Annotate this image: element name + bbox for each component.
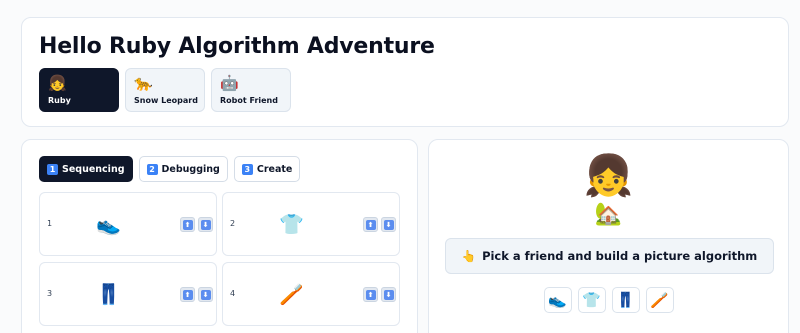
keycap-3-icon: 3 [241, 163, 253, 175]
step-card[interactable]: 3 👖 ⬆ ⬇ [39, 262, 217, 326]
instruction-text: Pick a friend and build a picture algori… [482, 249, 758, 263]
sequence-grid: 1 👟 ⬆ ⬇ 2 👕 ⬆ ⬇ 3 👖 ⬆ ⬇ 4 🪥 ⬆ ⬇ [39, 192, 400, 326]
friend-robot-button[interactable]: 🤖 Robot Friend [211, 68, 291, 112]
tab-sequencing[interactable]: 1 Sequencing [39, 156, 133, 182]
arrow-up-icon: ⬆ [365, 219, 376, 230]
arrow-down-icon: ⬇ [200, 289, 211, 300]
friend-snow-leopard-button[interactable]: 🐆 Snow Leopard [125, 68, 205, 112]
arrow-down-icon: ⬇ [383, 289, 394, 300]
tshirt-icon[interactable]: 👕 [577, 287, 606, 313]
page-title: Hello Ruby Algorithm Adventure [39, 34, 435, 59]
move-down-button[interactable]: ⬇ [198, 287, 213, 302]
girl-icon: 👧 [48, 74, 67, 92]
activity-panel: 1 Sequencing 2 Debugging 3 Create 1 👟 ⬆ … [21, 139, 418, 333]
move-up-button[interactable]: ⬆ [180, 287, 195, 302]
step-card[interactable]: 1 👟 ⬆ ⬇ [39, 192, 217, 256]
toothbrush-icon: 🪥 [279, 282, 304, 306]
arrow-down-icon: ⬇ [200, 219, 211, 230]
house-icon: 🏡 [594, 202, 623, 227]
arrow-up-icon: ⬆ [182, 289, 193, 300]
arrow-up-icon: ⬆ [182, 219, 193, 230]
move-up-button[interactable]: ⬆ [180, 217, 195, 232]
step-number: 1 [47, 219, 53, 228]
sneaker-icon: 👟 [96, 212, 121, 236]
sneaker-icon[interactable]: 👟 [543, 287, 572, 313]
tab-label: Debugging [161, 163, 220, 175]
leopard-icon: 🐆 [134, 74, 153, 92]
keycap-2-icon: 2 [146, 163, 158, 175]
jeans-icon: 👖 [96, 282, 121, 306]
tshirt-icon: 👕 [279, 212, 304, 236]
tab-debugging[interactable]: 2 Debugging [138, 156, 228, 182]
move-up-button[interactable]: ⬆ [363, 217, 378, 232]
arrow-down-icon: ⬇ [383, 219, 394, 230]
friend-label: Ruby [48, 96, 71, 105]
tab-create[interactable]: 3 Create [233, 156, 301, 182]
friend-label: Snow Leopard [134, 96, 198, 105]
robot-icon: 🤖 [220, 74, 239, 92]
friend-selector: 👧 Ruby 🐆 Snow Leopard 🤖 Robot Friend [39, 68, 291, 112]
move-up-button[interactable]: ⬆ [363, 287, 378, 302]
step-card[interactable]: 2 👕 ⬆ ⬇ [222, 192, 400, 256]
pointing-hand-icon: 👆 [461, 249, 477, 263]
keycap-1-icon: 1 [47, 163, 58, 175]
move-down-button[interactable]: ⬇ [198, 217, 213, 232]
instruction-banner: 👆 Pick a friend and build a picture algo… [445, 238, 774, 274]
ruby-character-icon: 👧 [583, 153, 634, 199]
step-card[interactable]: 4 🪥 ⬆ ⬇ [222, 262, 400, 326]
jeans-icon[interactable]: 👖 [611, 287, 640, 313]
move-down-button[interactable]: ⬇ [381, 287, 396, 302]
tab-label: Sequencing [62, 163, 125, 175]
preview-panel: 👧 🏡 👆 Pick a friend and build a picture … [428, 139, 789, 333]
step-number: 2 [230, 219, 236, 228]
friend-label: Robot Friend [220, 96, 278, 105]
sequence-preview: 👟 👕 👖 🪥 [429, 287, 788, 313]
step-number: 4 [230, 289, 236, 298]
move-down-button[interactable]: ⬇ [381, 217, 396, 232]
activity-tabs: 1 Sequencing 2 Debugging 3 Create [39, 156, 301, 182]
step-number: 3 [47, 289, 53, 298]
arrow-up-icon: ⬆ [365, 289, 376, 300]
toothbrush-icon[interactable]: 🪥 [645, 287, 674, 313]
header-card: Hello Ruby Algorithm Adventure 👧 Ruby 🐆 … [21, 17, 789, 127]
tab-label: Create [256, 163, 293, 175]
friend-ruby-button[interactable]: 👧 Ruby [39, 68, 119, 112]
